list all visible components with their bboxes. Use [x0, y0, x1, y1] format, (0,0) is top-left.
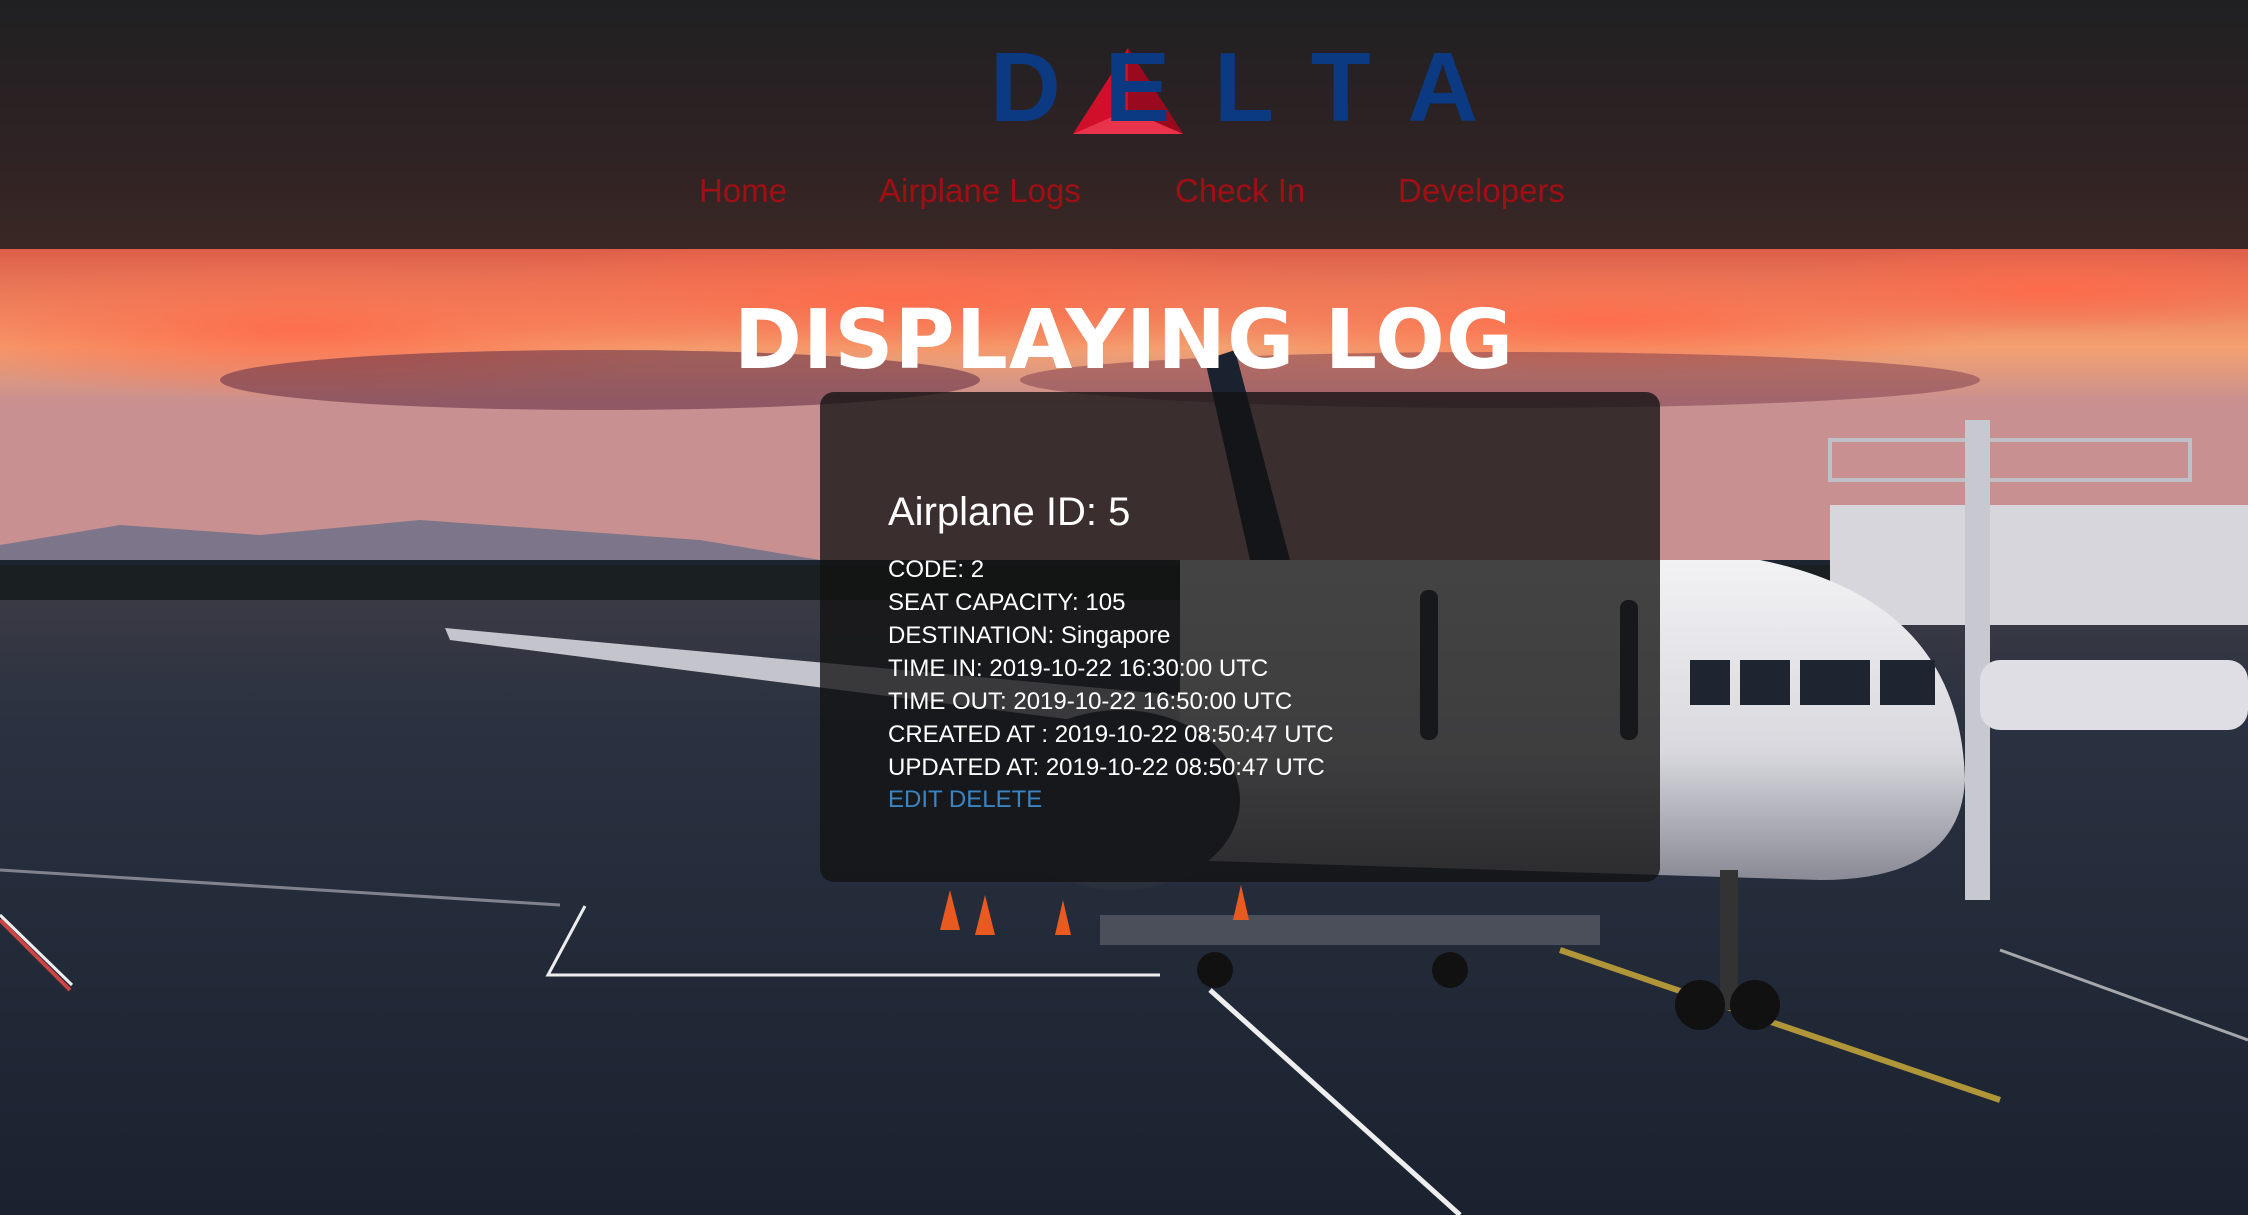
nav-link-check-in[interactable]: Check In	[1175, 172, 1305, 210]
field-label: CREATED AT :	[888, 721, 1049, 748]
page-title: DISPLAYING LOG	[733, 293, 1515, 388]
airplane-id-heading: Airplane ID: 5	[888, 490, 1131, 534]
field-time-out: TIME OUT: 2019-10-22 16:50:00 UTC	[888, 690, 1292, 714]
edit-link[interactable]: EDIT	[888, 786, 942, 813]
delete-link[interactable]: DELETE	[949, 786, 1042, 813]
field-created-at: CREATED AT : 2019-10-22 08:50:47 UTC	[888, 723, 1334, 747]
main-nav: Home Airplane Logs Check In Developers	[0, 172, 2248, 212]
field-value: 2019-10-22 16:50:00 UTC	[1013, 688, 1293, 715]
field-seat-capacity: SEAT CAPACITY: 105	[888, 591, 1125, 615]
page: DELTA Home Airplane Logs Check In Develo…	[0, 0, 2248, 1215]
field-time-in: TIME IN: 2019-10-22 16:30:00 UTC	[888, 657, 1268, 681]
field-label: UPDATED AT:	[888, 754, 1040, 781]
field-value: 2019-10-22 08:50:47 UTC	[1045, 754, 1325, 781]
field-label: TIME IN:	[888, 655, 983, 682]
field-label: TIME OUT:	[888, 688, 1007, 715]
logo-wordmark: DELTA	[990, 32, 1523, 142]
field-updated-at: UPDATED AT: 2019-10-22 08:50:47 UTC	[888, 756, 1325, 780]
log-card: Airplane ID: 5 CODE: 2 SEAT CAPACITY: 10…	[820, 392, 1660, 882]
field-value: 2	[970, 556, 985, 583]
site-header: DELTA Home Airplane Logs Check In Develo…	[0, 0, 2248, 249]
field-code: CODE: 2	[888, 558, 984, 582]
log-actions: EDIT DELETE	[888, 788, 1042, 812]
nav-link-home[interactable]: Home	[699, 172, 787, 210]
field-label: SEAT CAPACITY:	[888, 589, 1079, 616]
field-value: 2019-10-22 08:50:47 UTC	[1054, 721, 1334, 748]
field-label: CODE:	[888, 556, 965, 583]
field-destination: DESTINATION: Singapore	[888, 624, 1170, 648]
field-value: Singapore	[1060, 622, 1171, 649]
nav-link-developers[interactable]: Developers	[1398, 172, 1565, 210]
field-value: 105	[1085, 589, 1126, 616]
field-value: 2019-10-22 16:30:00 UTC	[989, 655, 1269, 682]
nav-link-airplane-logs[interactable]: Airplane Logs	[879, 172, 1081, 210]
field-label: DESTINATION:	[888, 622, 1055, 649]
